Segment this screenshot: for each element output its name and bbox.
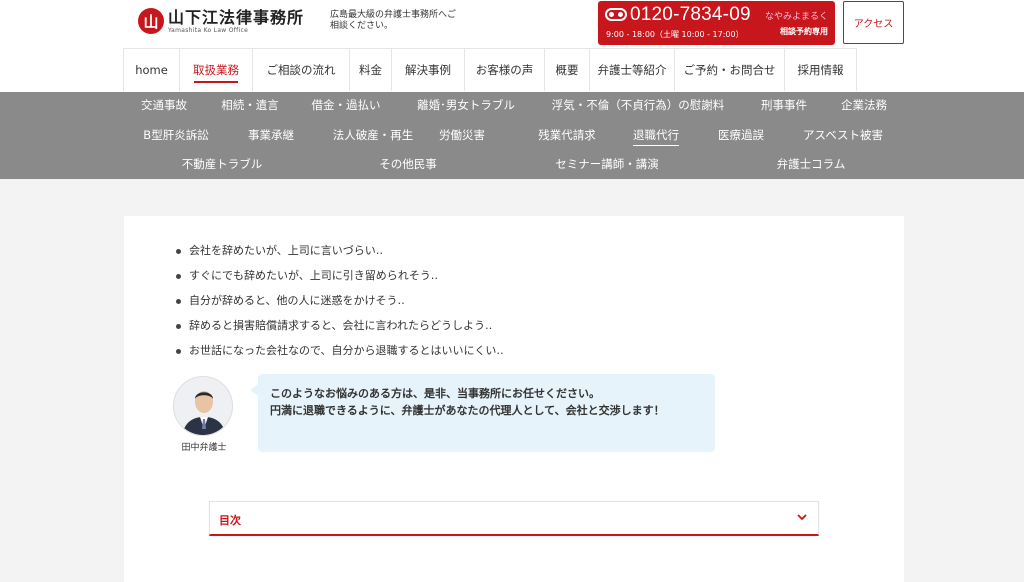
list-item: 会社を辞めたいが、上司に言いづらい‥ (174, 243, 504, 268)
concern-list: 会社を辞めたいが、上司に言いづらい‥ すぐにでも辞めたいが、上司に引き留められそう… (174, 243, 504, 368)
sub-nav-row: 交通事故 相続・遺言 借金・過払い 離婚･男女トラブル 浮気・不倫（不貞行為）の慰謝料 刑… (0, 97, 1024, 117)
nav-item[interactable]: 料金 (350, 49, 392, 91)
logo-mark: 山 (138, 8, 164, 34)
logo-subtitle: Yamashita Ko Law Office (168, 26, 249, 34)
phone-hours: 9:00 - 18:00（土曜 10:00 - 17:00） (606, 30, 744, 39)
sub-nav-item[interactable]: 退職代行 (633, 127, 679, 146)
site-logo[interactable]: 山 山下江法律事務所 Yamashita Ko Law Office (138, 8, 304, 34)
nav-item[interactable]: お客様の声 (465, 49, 545, 91)
content-card: 会社を辞めたいが、上司に言いづらい‥ すぐにでも辞めたいが、上司に引き留められそう… (124, 216, 904, 582)
sub-nav-row: 不動産トラブル その他民事 セミナー講師・講演 弁護士コラム (0, 156, 1024, 176)
sub-nav-item[interactable]: 事業承継 (248, 127, 294, 143)
sub-nav-item[interactable]: B型肝炎訴訟 (143, 127, 208, 143)
sub-nav-item[interactable]: 不動産トラブル (182, 156, 263, 172)
nav-item[interactable]: ご相談の流れ (253, 49, 350, 91)
phone-contact-box[interactable]: 0120-7834-09 9:00 - 18:00（土曜 10:00 - 17:… (598, 1, 835, 45)
sub-nav-item[interactable]: 医療過誤 (718, 127, 764, 143)
lawyer-portrait-icon (174, 377, 232, 435)
free-dial-icon (605, 8, 627, 21)
list-item: 自分が辞めると、他の人に迷惑をかけそう‥ (174, 293, 504, 318)
phone-note: 相談予約専用 (780, 27, 828, 36)
nav-item[interactable]: 取扱業務 (180, 49, 253, 91)
bubble-text: このようなお悩みのある方は、是非、当事務所にお任せください。 円満に退職できるよ… (270, 385, 700, 419)
sub-nav-item[interactable]: 労働災害 (439, 127, 485, 143)
speech-bubble: このようなお悩みのある方は、是非、当事務所にお任せください。 円満に退職できるよ… (250, 374, 715, 452)
sub-nav-item[interactable]: 残業代請求 (538, 127, 596, 143)
toc-label: 目次 (219, 514, 241, 527)
bubble-line-1: このようなお悩みのある方は、是非、当事務所にお任せください。 (270, 387, 600, 400)
chevron-down-icon[interactable] (796, 511, 808, 523)
list-item: 辞めると損害賠償請求すると、会社に言われたらどうしよう‥ (174, 318, 504, 343)
lawyer-avatar (173, 376, 233, 436)
sub-nav-item[interactable]: その他民事 (379, 156, 437, 172)
sub-nav-item[interactable]: 離婚･男女トラブル (417, 97, 515, 113)
nav-item[interactable]: ご予約・お問合せ (675, 49, 785, 91)
table-of-contents[interactable]: 目次 (209, 501, 819, 536)
sub-nav-item[interactable]: アスベスト被害 (803, 127, 883, 143)
access-button[interactable]: アクセス (843, 1, 904, 44)
main-nav: home 取扱業務 ご相談の流れ 料金 解決事例 お客様の声 概要 弁護士等紹介 ご予約・お問合… (123, 48, 857, 91)
nav-item[interactable]: 採用情報 (785, 49, 857, 91)
sub-nav-item[interactable]: 企業法務 (841, 97, 887, 113)
phone-number[interactable]: 0120-7834-09 (630, 4, 751, 26)
logo-text: 山下江法律事務所 Yamashita Ko Law Office (168, 7, 305, 34)
list-item: すぐにでも辞めたいが、上司に引き留められそう‥ (174, 268, 504, 293)
sub-nav-item[interactable]: 浮気・不倫（不貞行為）の慰謝料 (552, 97, 725, 113)
sub-nav-item[interactable]: セミナー講師・講演 (555, 156, 659, 172)
sub-nav: 交通事故 相続・遺言 借金・過払い 離婚･男女トラブル 浮気・不倫（不貞行為）の慰謝料 刑… (0, 92, 1024, 179)
logo-name: 山下江法律事務所 (168, 7, 305, 27)
phone-slogan: なやみよまるく (764, 12, 828, 22)
nav-item[interactable]: 解決事例 (392, 49, 465, 91)
lawyer-name: 田中弁護士 (181, 443, 227, 453)
nav-item[interactable]: 弁護士等紹介 (590, 49, 675, 91)
sub-nav-item[interactable]: 交通事故 (141, 97, 187, 113)
bubble-line-2: 円満に退職できるように、弁護士があなたの代理人として、会社と交渉します！ (270, 404, 665, 417)
list-item: お世話になった会社なので、自分から退職するとはいいにくい‥ (174, 343, 504, 368)
sub-nav-item[interactable]: 法人破産・再生 (333, 127, 414, 143)
sub-nav-row: B型肝炎訴訟 事業承継 法人破産・再生 労働災害 残業代請求 退職代行 医療過誤 アスベスト被… (0, 127, 1024, 147)
site-header: 山 山下江法律事務所 Yamashita Ko Law Office 広島最大級… (0, 0, 1024, 92)
sub-nav-item[interactable]: 借金・過払い (312, 97, 381, 113)
nav-item[interactable]: 概要 (545, 49, 590, 91)
sub-nav-item[interactable]: 相続・遺言 (221, 97, 279, 113)
nav-item[interactable]: home (123, 49, 180, 91)
sub-nav-item[interactable]: 弁護士コラム (777, 156, 846, 172)
header-tagline: 広島最大級の弁護士事務所へご相談ください。 (330, 10, 457, 31)
sub-nav-item[interactable]: 刑事事件 (761, 97, 807, 113)
